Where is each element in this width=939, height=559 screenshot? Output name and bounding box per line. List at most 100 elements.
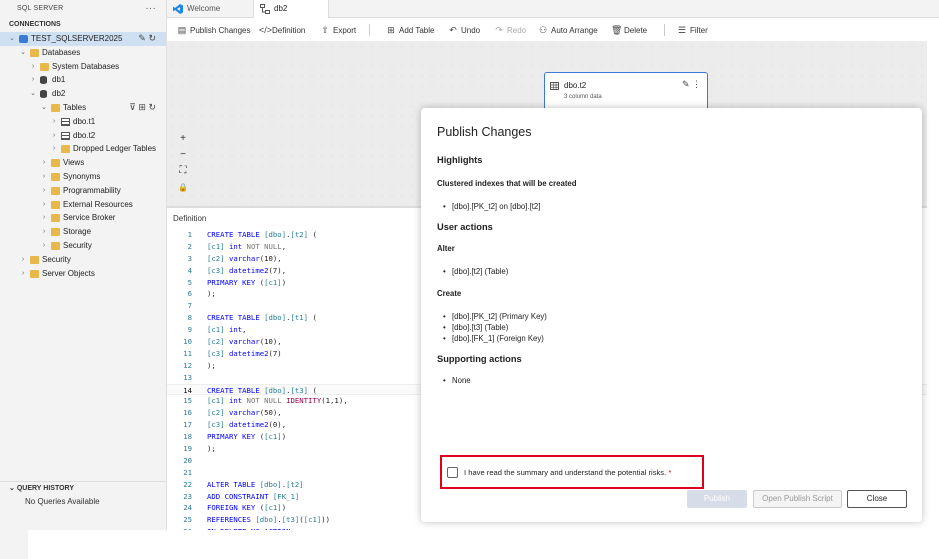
- chevron-right-icon[interactable]: ›: [50, 129, 58, 143]
- tree-item-label: Tables: [63, 102, 87, 112]
- chevron-right-icon[interactable]: ›: [29, 73, 37, 87]
- chevron-right-icon[interactable]: ›: [40, 211, 48, 225]
- close-button[interactable]: Close: [847, 490, 907, 508]
- line-number: 24: [183, 503, 192, 513]
- table-icon: [61, 131, 70, 140]
- export-button[interactable]: ⇧ Export: [320, 19, 356, 41]
- list-item: [dbo].[t3] (Table): [443, 323, 508, 332]
- chevron-down-icon[interactable]: ⌄: [8, 32, 16, 46]
- publish-changes-dialog: Publish Changes Highlights Clustered ind…: [421, 108, 922, 522]
- filter-button[interactable]: ☰ Filter: [677, 19, 708, 41]
- acknowledge-label[interactable]: I have read the summary and understand t…: [464, 468, 671, 477]
- chevron-down-icon[interactable]: ⌄: [19, 46, 27, 60]
- line-number: 4: [187, 265, 192, 275]
- redo-button[interactable]: ↷ Redo: [494, 19, 526, 41]
- chevron-down-icon[interactable]: ⌄: [40, 101, 48, 115]
- tree-item[interactable]: › dbo.t1: [0, 115, 166, 129]
- code-text: CREATE TABLE [dbo].[t2] (: [207, 230, 317, 239]
- tree-item[interactable]: › Service Broker: [0, 211, 166, 225]
- folder-icon: [51, 214, 60, 223]
- lock-button[interactable]: 🔒: [176, 181, 190, 195]
- chevron-right-icon[interactable]: ›: [50, 142, 58, 156]
- filter-icon[interactable]: ⊽: [129, 102, 136, 112]
- tree-item[interactable]: › External Resources: [0, 198, 166, 212]
- add-table-label: Add Table: [399, 26, 435, 35]
- list-item: [dbo].[t2] (Table): [443, 267, 508, 276]
- chevron-right-icon[interactable]: ›: [40, 239, 48, 253]
- line-number: 7: [187, 301, 192, 311]
- tree-item-label: Programmability: [63, 185, 121, 195]
- open-publish-script-button[interactable]: Open Publish Script: [753, 490, 842, 508]
- line-number: 5: [187, 277, 192, 287]
- zoom-out-button[interactable]: −: [176, 148, 190, 162]
- tab-welcome-label: Welcome: [187, 4, 221, 13]
- query-history-title: QUERY HISTORY: [16, 485, 75, 492]
- code-text: REFERENCES [dbo].[t3]([c1])): [207, 515, 331, 525]
- chevron-right-icon[interactable]: ›: [19, 267, 27, 281]
- tree-item[interactable]: ⌄ Databases: [0, 46, 166, 60]
- refresh-icon[interactable]: ↻: [148, 102, 156, 112]
- tree-item-label: Synonyms: [63, 171, 101, 181]
- sidebar-title-label: SQL SERVER: [17, 5, 64, 12]
- publish-changes-button[interactable]: ▤ Publish Changes: [177, 19, 251, 41]
- publish-button[interactable]: Publish: [687, 490, 747, 508]
- edit-icon[interactable]: ✎: [682, 79, 690, 89]
- auto-arrange-label: Auto Arrange: [551, 26, 598, 35]
- database-icon: [40, 76, 47, 85]
- designer-icon[interactable]: ⊞: [138, 102, 146, 112]
- connections-header[interactable]: CONNECTIONS: [0, 18, 166, 32]
- tree-item[interactable]: › Server Objects: [0, 267, 166, 281]
- chevron-right-icon[interactable]: ›: [19, 253, 27, 267]
- add-table-button[interactable]: ⊞ Add Table: [386, 19, 434, 41]
- chevron-right-icon[interactable]: ›: [40, 170, 48, 184]
- undo-button[interactable]: ↶ Undo: [448, 19, 480, 41]
- line-number: 11: [183, 348, 192, 358]
- tree-item[interactable]: › Programmability: [0, 184, 166, 198]
- tree-item[interactable]: ⌄ TEST_SQLSERVER2025 ✎ ↻: [0, 32, 166, 46]
- tree-item[interactable]: › System Databases: [0, 60, 166, 74]
- chevron-right-icon[interactable]: ›: [40, 184, 48, 198]
- auto-arrange-button[interactable]: ⚇ Auto Arrange: [538, 19, 598, 41]
- tree-item[interactable]: › db1: [0, 73, 166, 87]
- chevron-down-icon[interactable]: ⌄: [29, 87, 37, 101]
- chevron-right-icon[interactable]: ›: [40, 198, 48, 212]
- tree-item-label: Views: [63, 158, 85, 168]
- tree-item[interactable]: › Views: [0, 156, 166, 170]
- more-icon[interactable]: ⋮: [692, 79, 701, 89]
- table-node-dbo-t2[interactable]: dbo.t2 3 column data ✎ ⋮: [544, 72, 708, 112]
- line-number: 10: [183, 337, 192, 347]
- tree-item[interactable]: › Security: [0, 239, 166, 253]
- tree-item[interactable]: › dbo.t2: [0, 129, 166, 143]
- folder-icon: [51, 200, 60, 209]
- chevron-right-icon[interactable]: ›: [40, 156, 48, 170]
- tab-welcome[interactable]: Welcome: [167, 0, 253, 18]
- acknowledge-checkbox[interactable]: [447, 467, 458, 478]
- definition-button[interactable]: </>Definition: [259, 19, 305, 41]
- tree-item[interactable]: ⌄ Tables ⊽ ⊞ ↻: [0, 101, 166, 115]
- tree-item[interactable]: › Security: [0, 253, 166, 267]
- code-text: [c1] int NOT NULL,: [207, 241, 287, 251]
- vscode-logo-icon: [173, 4, 183, 14]
- tree-item[interactable]: ⌄ db2: [0, 87, 166, 101]
- connections-tree: ⌄ TEST_SQLSERVER2025 ✎ ↻ ⌄ Databases › System …: [0, 32, 166, 280]
- edit-icon[interactable]: ✎: [138, 33, 146, 43]
- line-number: 9: [187, 325, 192, 335]
- chevron-right-icon[interactable]: ›: [29, 60, 37, 74]
- tree-item[interactable]: › Synonyms: [0, 170, 166, 184]
- tree-item[interactable]: › Dropped Ledger Tables: [0, 142, 166, 156]
- add-table-icon: ⊞: [387, 25, 395, 35]
- tab-db2-preview[interactable]: db2 (Preview)×: [253, 0, 329, 31]
- list-item: [dbo].[PK_t2] on [dbo].[t2]: [443, 202, 540, 211]
- tree-item-label: db1: [52, 75, 66, 85]
- tree-item-label: TEST_SQLSERVER2025: [31, 34, 123, 43]
- query-history-header[interactable]: ⌄ QUERY HISTORY: [0, 483, 167, 495]
- delete-button[interactable]: 🗑 Delete: [611, 19, 647, 41]
- chevron-right-icon[interactable]: ›: [50, 115, 58, 129]
- chevron-right-icon[interactable]: ›: [40, 225, 48, 239]
- zoom-in-button[interactable]: +: [176, 132, 190, 146]
- tree-item[interactable]: › Storage: [0, 225, 166, 239]
- refresh-icon[interactable]: ↻: [148, 33, 156, 43]
- tree-item-label: Storage: [63, 227, 92, 237]
- more-actions-icon[interactable]: ···: [145, 0, 156, 18]
- fit-view-button[interactable]: ⛶: [176, 164, 190, 178]
